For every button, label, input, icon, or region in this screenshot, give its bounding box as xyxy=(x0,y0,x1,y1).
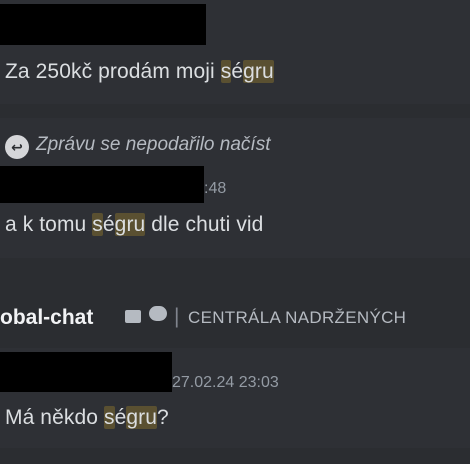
search-highlight: s xyxy=(220,60,232,83)
message-timestamp: 27.02.24 23:03 xyxy=(172,374,279,391)
redacted-username xyxy=(0,352,172,392)
redacted-username xyxy=(0,4,206,45)
channel-category[interactable]: CENTRÁLA NADRŽENÝCH xyxy=(188,308,406,328)
message-3-text: Má někdo ségru? xyxy=(5,406,169,430)
divider-gap xyxy=(0,104,470,118)
message-2-text: a k tomu ségru dle chuti vid xyxy=(5,213,263,237)
message-text-part: é xyxy=(102,213,115,236)
message-timestamp: :48 xyxy=(204,180,227,197)
message-text-part: a k tomu xyxy=(5,213,93,236)
message-text-part: ? xyxy=(157,406,169,429)
message-1: Za 250kč prodám moji ségru xyxy=(0,0,470,104)
search-highlight: s xyxy=(92,213,103,236)
message-text-part: é xyxy=(231,60,244,83)
category-separator: | xyxy=(174,305,180,328)
message-text-part: Má někdo xyxy=(5,406,104,429)
folder-icon xyxy=(125,310,141,323)
message-1-text: Za 250kč prodám moji ségru xyxy=(5,60,274,84)
channel-name[interactable]: obal-chat xyxy=(0,306,93,330)
search-highlight: gru xyxy=(243,60,274,83)
message-2: ↩ Zprávu se nepodařilo načíst :48 a k to… xyxy=(0,118,470,258)
message-text-part: dle chuti vid xyxy=(145,213,264,236)
message-text-part: Za 250kč prodám moji xyxy=(5,60,221,83)
reply-preview[interactable]: Zprávu se nepodařilo načíst xyxy=(36,134,270,156)
redacted-username xyxy=(0,166,204,203)
message-3: 27.02.24 23:03 Má někdo ségru? xyxy=(0,348,470,448)
search-highlight: s xyxy=(103,406,115,429)
channel-header: obal-chat | CENTRÁLA NADRŽENÝCH xyxy=(0,258,470,348)
bottom-strip xyxy=(0,448,470,464)
reply-icon: ↩ xyxy=(5,135,29,159)
chat-bubble-icon xyxy=(149,306,167,321)
message-text-part: é xyxy=(114,406,127,429)
search-highlight: gru xyxy=(126,406,158,429)
search-highlight: gru xyxy=(114,213,146,236)
